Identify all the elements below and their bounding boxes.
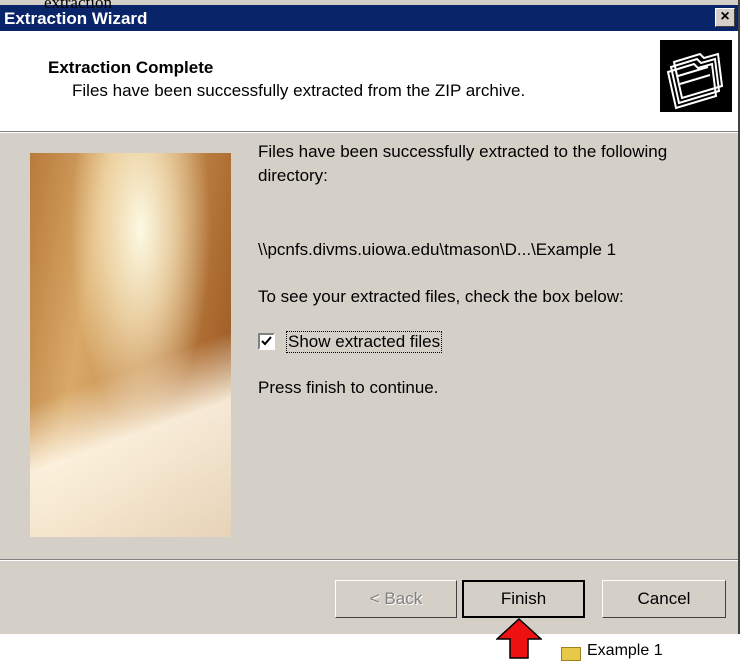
header-subtitle: Files have been successfully extracted f…: [72, 81, 526, 100]
extraction-wizard-dialog: Extraction Wizard × Extraction Complete …: [0, 0, 740, 634]
footer-divider-highlight: [0, 560, 738, 561]
checkmark-icon: [261, 336, 272, 346]
success-message: Files have been successfully extracted t…: [258, 142, 668, 185]
checkbox-instruction: To see your extracted files, check the b…: [258, 287, 624, 306]
window-title: Extraction Wizard: [4, 9, 148, 28]
show-extracted-files-checkbox[interactable]: [258, 333, 275, 350]
wizard-header: Extraction Complete Files have been succ…: [0, 31, 738, 132]
finish-button[interactable]: Finish: [462, 580, 585, 618]
document-caption: extraction: [44, 0, 112, 12]
header-title: Extraction Complete: [48, 58, 214, 77]
background-folder-item[interactable]: Example 1: [561, 642, 721, 664]
background-folder-label: Example 1: [587, 642, 663, 659]
press-finish-text: Press finish to continue.: [258, 378, 439, 397]
extraction-directory: \\pcnfs.divms.uiowa.edu\tmason\D...\Exam…: [258, 240, 617, 259]
folders-icon: [660, 40, 732, 112]
show-extracted-files-label[interactable]: Show extracted files: [286, 331, 443, 353]
header-divider: [0, 132, 738, 133]
red-arrow-icon: [496, 618, 542, 659]
close-button[interactable]: ×: [715, 8, 735, 27]
back-button[interactable]: < Back: [335, 580, 457, 618]
cancel-button[interactable]: Cancel: [602, 580, 726, 618]
wizard-side-image: [30, 153, 231, 537]
